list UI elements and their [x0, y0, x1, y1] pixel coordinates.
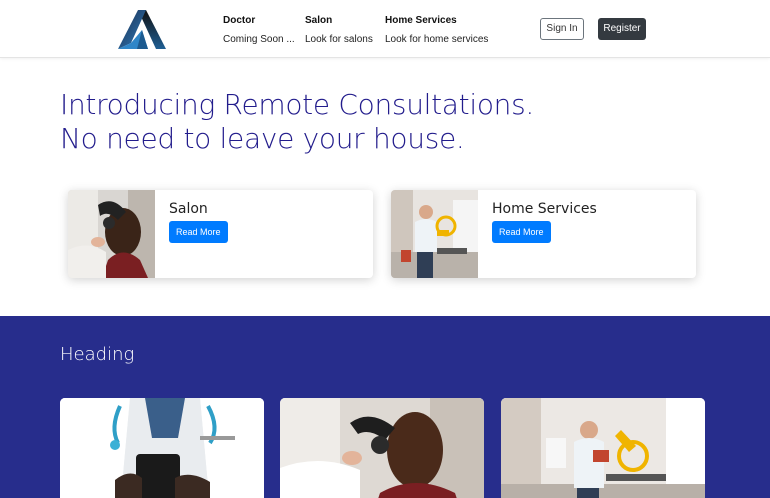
nav-doctor[interactable]: Doctor Coming Soon ... [223, 15, 295, 45]
nav-home-services-subtitle: Look for home services [385, 34, 489, 45]
salon-card-title: Salon [169, 201, 208, 217]
featured-section: Heading [0, 316, 770, 498]
section-heading: Heading [60, 344, 135, 365]
nav-salon-subtitle: Look for salons [305, 34, 373, 45]
nav-doctor-subtitle: Coming Soon ... [223, 34, 295, 45]
nav-home-services[interactable]: Home Services Look for home services [385, 15, 488, 45]
triangle-logo-icon[interactable] [117, 8, 167, 50]
salon-read-more-button[interactable]: Read More [169, 221, 228, 243]
hair-salon-photo [68, 190, 155, 278]
nav-salon-title: Salon [305, 15, 333, 26]
sign-in-button[interactable]: Sign In [540, 18, 584, 40]
handyman-saw-photo[interactable] [501, 398, 705, 498]
hero-title-line2: No need to leave your house. [60, 122, 465, 155]
hair-salon-photo[interactable] [280, 398, 484, 498]
home-services-card: Home Services Read More [391, 190, 696, 278]
home-services-card-title: Home Services [492, 201, 597, 217]
nav-salon[interactable]: Salon Look for salons [305, 15, 373, 45]
hero-title-line1: Introducing Remote Consultations. [60, 88, 534, 121]
nav-home-services-title: Home Services [385, 15, 457, 26]
register-button[interactable]: Register [598, 18, 646, 40]
salon-card: Salon Read More [68, 190, 373, 278]
doctor-phone-photo[interactable] [60, 398, 264, 498]
nav-doctor-title: Doctor [223, 15, 256, 26]
top-navbar: Doctor Coming Soon ... Salon Look for sa… [0, 0, 770, 58]
handyman-saw-photo [391, 190, 478, 278]
hero-title: Introducing Remote Consultations. No nee… [60, 88, 580, 156]
home-services-read-more-button[interactable]: Read More [492, 221, 551, 243]
